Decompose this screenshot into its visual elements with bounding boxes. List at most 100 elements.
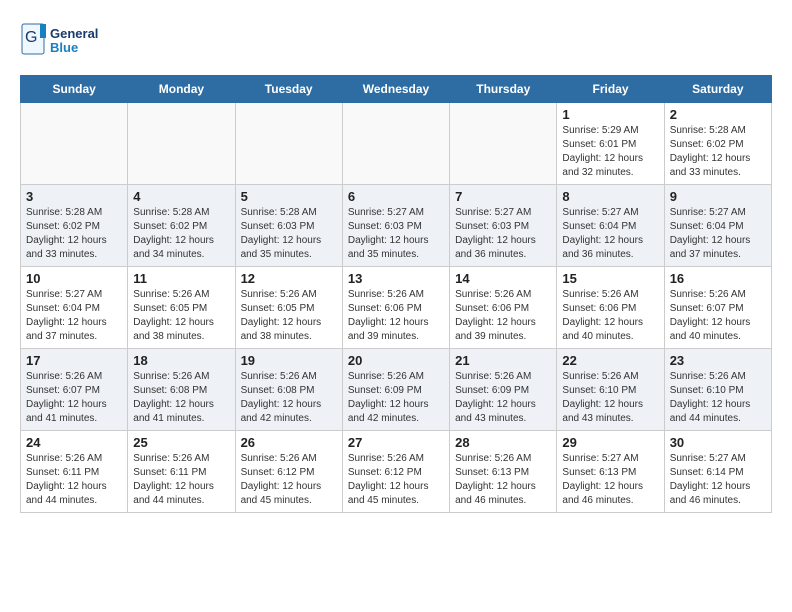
calendar-cell: 24 Sunrise: 5:26 AM Sunset: 6:11 PM Dayli… [21, 431, 128, 513]
calendar-cell: 14 Sunrise: 5:26 AM Sunset: 6:06 PM Dayli… [450, 267, 557, 349]
day-number: 22 [562, 353, 658, 368]
day-number: 1 [562, 107, 658, 122]
day-number: 23 [670, 353, 766, 368]
day-info: Sunrise: 5:28 AM Sunset: 6:03 PM Dayligh… [241, 206, 337, 262]
calendar-cell: 5 Sunrise: 5:28 AM Sunset: 6:03 PM Daylig… [235, 185, 342, 267]
calendar-cell [450, 103, 557, 185]
day-number: 3 [26, 189, 122, 204]
day-number: 19 [241, 353, 337, 368]
day-info: Sunrise: 5:27 AM Sunset: 6:03 PM Dayligh… [348, 206, 444, 262]
day-info: Sunrise: 5:26 AM Sunset: 6:07 PM Dayligh… [670, 288, 766, 344]
day-info: Sunrise: 5:26 AM Sunset: 6:09 PM Dayligh… [348, 370, 444, 426]
day-info: Sunrise: 5:26 AM Sunset: 6:08 PM Dayligh… [133, 370, 229, 426]
day-info: Sunrise: 5:26 AM Sunset: 6:11 PM Dayligh… [133, 452, 229, 508]
calendar-cell [235, 103, 342, 185]
calendar-week-2: 3Sunrise: 5:28 AM Sunset: 6:02 PM Daylig… [21, 185, 772, 267]
day-info: Sunrise: 5:29 AM Sunset: 6:01 PM Dayligh… [562, 124, 658, 180]
day-info: Sunrise: 5:27 AM Sunset: 6:13 PM Dayligh… [562, 452, 658, 508]
logo: General Blue G [20, 20, 100, 65]
calendar-cell: 9Sunrise: 5:27 AM Sunset: 6:04 PM Daylig… [664, 185, 771, 267]
day-number: 8 [562, 189, 658, 204]
calendar-cell [21, 103, 128, 185]
calendar-week-5: 24 Sunrise: 5:26 AM Sunset: 6:11 PM Dayli… [21, 431, 772, 513]
calendar: SundayMondayTuesdayWednesdayThursdayFrid… [20, 75, 772, 513]
calendar-cell: 27 Sunrise: 5:26 AM Sunset: 6:12 PM Dayli… [342, 431, 449, 513]
calendar-cell: 4Sunrise: 5:28 AM Sunset: 6:02 PM Daylig… [128, 185, 235, 267]
calendar-cell: 19 Sunrise: 5:26 AM Sunset: 6:08 PM Dayli… [235, 349, 342, 431]
calendar-cell: 12 Sunrise: 5:26 AM Sunset: 6:05 PM Dayli… [235, 267, 342, 349]
day-info: Sunrise: 5:26 AM Sunset: 6:12 PM Dayligh… [348, 452, 444, 508]
day-info: Sunrise: 5:26 AM Sunset: 6:05 PM Dayligh… [133, 288, 229, 344]
day-info: Sunrise: 5:26 AM Sunset: 6:06 PM Dayligh… [562, 288, 658, 344]
calendar-cell: 7 Sunrise: 5:27 AM Sunset: 6:03 PM Daylig… [450, 185, 557, 267]
calendar-cell: 6 Sunrise: 5:27 AM Sunset: 6:03 PM Daylig… [342, 185, 449, 267]
svg-text:G: G [25, 29, 37, 46]
calendar-week-4: 17 Sunrise: 5:26 AM Sunset: 6:07 PM Dayli… [21, 349, 772, 431]
day-number: 20 [348, 353, 444, 368]
weekday-header-friday: Friday [557, 76, 664, 103]
svg-text:Blue: Blue [50, 40, 78, 55]
calendar-week-1: 1 Sunrise: 5:29 AM Sunset: 6:01 PM Daylig… [21, 103, 772, 185]
calendar-cell: 21 Sunrise: 5:26 AM Sunset: 6:09 PM Dayli… [450, 349, 557, 431]
day-number: 14 [455, 271, 551, 286]
day-number: 10 [26, 271, 122, 286]
weekday-header-row: SundayMondayTuesdayWednesdayThursdayFrid… [21, 76, 772, 103]
calendar-cell [342, 103, 449, 185]
weekday-header-sunday: Sunday [21, 76, 128, 103]
weekday-header-thursday: Thursday [450, 76, 557, 103]
day-number: 5 [241, 189, 337, 204]
day-number: 30 [670, 435, 766, 450]
day-info: Sunrise: 5:26 AM Sunset: 6:12 PM Dayligh… [241, 452, 337, 508]
day-number: 21 [455, 353, 551, 368]
day-number: 26 [241, 435, 337, 450]
calendar-cell: 10Sunrise: 5:27 AM Sunset: 6:04 PM Dayli… [21, 267, 128, 349]
day-number: 29 [562, 435, 658, 450]
day-number: 28 [455, 435, 551, 450]
day-info: Sunrise: 5:26 AM Sunset: 6:06 PM Dayligh… [348, 288, 444, 344]
day-info: Sunrise: 5:26 AM Sunset: 6:08 PM Dayligh… [241, 370, 337, 426]
calendar-cell: 13 Sunrise: 5:26 AM Sunset: 6:06 PM Dayli… [342, 267, 449, 349]
calendar-cell: 1 Sunrise: 5:29 AM Sunset: 6:01 PM Daylig… [557, 103, 664, 185]
day-number: 4 [133, 189, 229, 204]
calendar-cell: 18 Sunrise: 5:26 AM Sunset: 6:08 PM Dayli… [128, 349, 235, 431]
svg-text:General: General [50, 26, 98, 41]
weekday-header-wednesday: Wednesday [342, 76, 449, 103]
day-info: Sunrise: 5:26 AM Sunset: 6:10 PM Dayligh… [562, 370, 658, 426]
calendar-cell: 30 Sunrise: 5:27 AM Sunset: 6:14 PM Dayli… [664, 431, 771, 513]
day-info: Sunrise: 5:26 AM Sunset: 6:09 PM Dayligh… [455, 370, 551, 426]
page-header: General Blue G [20, 20, 772, 65]
calendar-cell: 15Sunrise: 5:26 AM Sunset: 6:06 PM Dayli… [557, 267, 664, 349]
day-number: 27 [348, 435, 444, 450]
calendar-week-3: 10Sunrise: 5:27 AM Sunset: 6:04 PM Dayli… [21, 267, 772, 349]
day-number: 16 [670, 271, 766, 286]
day-info: Sunrise: 5:27 AM Sunset: 6:03 PM Dayligh… [455, 206, 551, 262]
logo-svg: General Blue G [20, 20, 100, 65]
calendar-cell: 28 Sunrise: 5:26 AM Sunset: 6:13 PM Dayli… [450, 431, 557, 513]
day-info: Sunrise: 5:26 AM Sunset: 6:11 PM Dayligh… [26, 452, 122, 508]
calendar-cell: 23 Sunrise: 5:26 AM Sunset: 6:10 PM Dayli… [664, 349, 771, 431]
day-info: Sunrise: 5:27 AM Sunset: 6:04 PM Dayligh… [562, 206, 658, 262]
day-number: 2 [670, 107, 766, 122]
day-info: Sunrise: 5:26 AM Sunset: 6:10 PM Dayligh… [670, 370, 766, 426]
calendar-cell: 2 Sunrise: 5:28 AM Sunset: 6:02 PM Daylig… [664, 103, 771, 185]
day-number: 6 [348, 189, 444, 204]
day-info: Sunrise: 5:27 AM Sunset: 6:04 PM Dayligh… [670, 206, 766, 262]
calendar-cell: 29 Sunrise: 5:27 AM Sunset: 6:13 PM Dayli… [557, 431, 664, 513]
day-number: 18 [133, 353, 229, 368]
calendar-cell: 3Sunrise: 5:28 AM Sunset: 6:02 PM Daylig… [21, 185, 128, 267]
day-info: Sunrise: 5:26 AM Sunset: 6:07 PM Dayligh… [26, 370, 122, 426]
day-info: Sunrise: 5:28 AM Sunset: 6:02 PM Dayligh… [670, 124, 766, 180]
calendar-cell: 11Sunrise: 5:26 AM Sunset: 6:05 PM Dayli… [128, 267, 235, 349]
day-info: Sunrise: 5:26 AM Sunset: 6:05 PM Dayligh… [241, 288, 337, 344]
day-number: 12 [241, 271, 337, 286]
weekday-header-monday: Monday [128, 76, 235, 103]
day-number: 17 [26, 353, 122, 368]
day-info: Sunrise: 5:26 AM Sunset: 6:13 PM Dayligh… [455, 452, 551, 508]
day-number: 24 [26, 435, 122, 450]
day-info: Sunrise: 5:27 AM Sunset: 6:14 PM Dayligh… [670, 452, 766, 508]
calendar-cell: 20 Sunrise: 5:26 AM Sunset: 6:09 PM Dayli… [342, 349, 449, 431]
calendar-cell: 17 Sunrise: 5:26 AM Sunset: 6:07 PM Dayli… [21, 349, 128, 431]
day-number: 13 [348, 271, 444, 286]
day-number: 7 [455, 189, 551, 204]
day-info: Sunrise: 5:26 AM Sunset: 6:06 PM Dayligh… [455, 288, 551, 344]
